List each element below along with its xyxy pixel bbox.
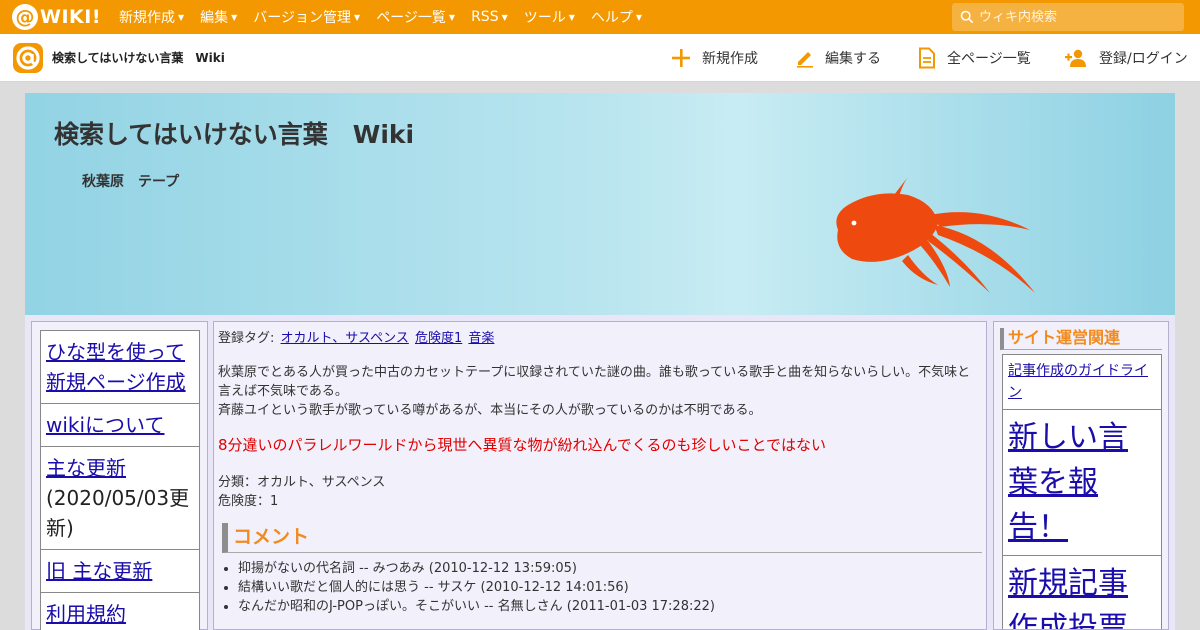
new-page-button[interactable]: 新規作成 bbox=[670, 34, 758, 82]
report-word-link[interactable]: 新しい言葉を報告！ bbox=[1008, 420, 1128, 545]
tag-line: 登録タグ: オカルト、サスペンス 危険度1 音楽 bbox=[218, 327, 982, 346]
tags-label: 登録タグ: bbox=[218, 331, 275, 346]
tag-link-occult[interactable]: オカルト、サスペンス bbox=[281, 331, 409, 346]
highlight-text: 8分違いのパラレルワールドから現世へ異質な物が紛れ込んでくるのも珍しいことではな… bbox=[218, 436, 827, 454]
plus-icon bbox=[672, 49, 690, 67]
left-menu-item: 旧 主な更新 bbox=[40, 549, 200, 593]
right-menu-item: 記事作成のガイドライン bbox=[1002, 354, 1162, 410]
danger-level-text: 危険度：1 bbox=[218, 494, 279, 509]
user-add-icon bbox=[1065, 49, 1086, 67]
login-button[interactable]: 登録/ログイン bbox=[1063, 34, 1188, 82]
logo-text: WIKI! bbox=[40, 6, 101, 28]
menu-tools[interactable]: ツール ▼ bbox=[524, 7, 575, 27]
at-logo-icon: @ bbox=[12, 4, 38, 30]
all-pages-button[interactable]: 全ページ一覧 bbox=[917, 34, 1031, 82]
caret-down-icon: ▼ bbox=[448, 12, 456, 22]
caret-down-icon: ▼ bbox=[231, 12, 238, 22]
comment-heading: コメント bbox=[222, 523, 982, 553]
article-description: 秋葉原でとある人が買った中古のカセットテープに収録されていた謎の曲。誰も歌ってい… bbox=[218, 365, 971, 418]
wiki-search-box bbox=[952, 3, 1184, 31]
right-menu-item: 新しい言葉を報告！ bbox=[1002, 409, 1162, 556]
template-new-page-link[interactable]: ひな型を使って新規ページ作成 bbox=[46, 340, 186, 394]
wiki-name[interactable]: 検索してはいけない言葉 Wiki bbox=[52, 49, 225, 66]
caret-down-icon: ▼ bbox=[501, 12, 508, 22]
right-menu-column: サイト運営関連 記事作成のガイドライン 新しい言葉を報告！ 新規記事作成投票 bbox=[993, 321, 1169, 630]
caret-down-icon: ▼ bbox=[177, 12, 185, 22]
wiki-sub-bar: 検索してはいけない言葉 Wiki 新規作成 編集する 全ページ一覧 登録/ログイ… bbox=[0, 34, 1200, 82]
left-menu-table: ひな型を使って新規ページ作成 wikiについて 主な更新 (2020/05/03更… bbox=[40, 330, 200, 630]
article-body: 登録タグ: オカルト、サスペンス 危険度1 音楽 秋葉原でとある人が買った中古の… bbox=[213, 321, 987, 630]
left-menu-item: 主な更新 (2020/05/03更新) bbox=[40, 446, 200, 550]
left-menu-item: wikiについて bbox=[40, 403, 200, 447]
wiki-logo-icon[interactable] bbox=[12, 42, 44, 74]
wiki-search-input[interactable] bbox=[979, 9, 1179, 25]
pencil-icon bbox=[797, 52, 813, 68]
tag-link-music[interactable]: 音楽 bbox=[468, 331, 494, 346]
left-menu-item: ひな型を使って新規ページ作成 bbox=[40, 330, 200, 404]
menu-page-list[interactable]: ページ一覧 ▼ bbox=[376, 7, 455, 27]
menu-edit[interactable]: 編集 ▼ bbox=[200, 7, 237, 27]
site-title[interactable]: 検索してはいけない言葉 Wiki bbox=[54, 115, 414, 151]
comment-item: 抑揚がないの代名詞 -- みつあみ (2010-12-12 13:59:05) bbox=[238, 559, 982, 578]
terms-link[interactable]: 利用規約 bbox=[46, 602, 126, 626]
caret-down-icon: ▼ bbox=[635, 12, 643, 22]
vote-new-article-link[interactable]: 新規記事作成投票 bbox=[1008, 566, 1128, 629]
top-nav-bar: @ WIKI! 新規作成 ▼ 編集 ▼ バージョン管理 ▼ ページ一覧 ▼ RSS ▼ ツ… bbox=[0, 0, 1200, 34]
edit-button[interactable]: 編集する bbox=[795, 34, 881, 82]
menu-version[interactable]: バージョン管理 ▼ bbox=[253, 7, 360, 27]
caret-down-icon: ▼ bbox=[568, 12, 575, 22]
right-menu-item: 新規記事作成投票 bbox=[1002, 555, 1162, 629]
left-menu-column: ひな型を使って新規ページ作成 wikiについて 主な更新 (2020/05/03更… bbox=[31, 321, 208, 630]
update-date-note: (2020/05/03更新) bbox=[46, 486, 190, 540]
document-icon bbox=[919, 47, 935, 69]
article-meta: 分類：オカルト、サスペンス 危険度：1 bbox=[218, 473, 982, 511]
category-text: 分類：オカルト、サスペンス bbox=[218, 475, 386, 490]
page-title: 秋葉原 テープ bbox=[82, 174, 180, 190]
comment-item: なんだか昭和のJ-POPっぽい。そこがいい -- 名無しさん (2011-01-… bbox=[238, 597, 982, 616]
old-updates-link[interactable]: 旧 主な更新 bbox=[46, 559, 152, 583]
guideline-link[interactable]: 記事作成のガイドライン bbox=[1008, 363, 1148, 401]
left-menu-item: 利用規約 bbox=[40, 592, 200, 630]
menu-new[interactable]: 新規作成 ▼ bbox=[119, 7, 184, 27]
goldfish-illustration bbox=[836, 177, 1035, 293]
about-wiki-link[interactable]: wikiについて bbox=[46, 413, 164, 437]
main-updates-link[interactable]: 主な更新 bbox=[46, 456, 126, 480]
atwiki-logo[interactable]: @ WIKI! bbox=[12, 0, 101, 34]
comment-list: 抑揚がないの代名詞 -- みつあみ (2010-12-12 13:59:05) … bbox=[238, 559, 982, 616]
menu-rss[interactable]: RSS ▼ bbox=[471, 9, 508, 25]
search-icon bbox=[960, 10, 974, 24]
comment-item: 結構いい歌だと個人的には思う -- サスケ (2010-12-12 14:01:… bbox=[238, 578, 982, 597]
tag-link-danger1[interactable]: 危険度1 bbox=[415, 331, 462, 346]
menu-help[interactable]: ヘルプ ▼ bbox=[591, 7, 642, 27]
site-admin-heading: サイト運営関連 bbox=[1000, 328, 1162, 350]
wiki-header-banner: 検索してはいけない言葉 Wiki 秋葉原 テープ bbox=[25, 93, 1175, 315]
wiki-page-frame: 検索してはいけない言葉 Wiki 秋葉原 テープ ひな型を使って新規ページ作成 … bbox=[25, 93, 1175, 630]
right-menu-table: 記事作成のガイドライン 新しい言葉を報告！ 新規記事作成投票 bbox=[1002, 354, 1162, 629]
caret-down-icon: ▼ bbox=[354, 12, 361, 22]
